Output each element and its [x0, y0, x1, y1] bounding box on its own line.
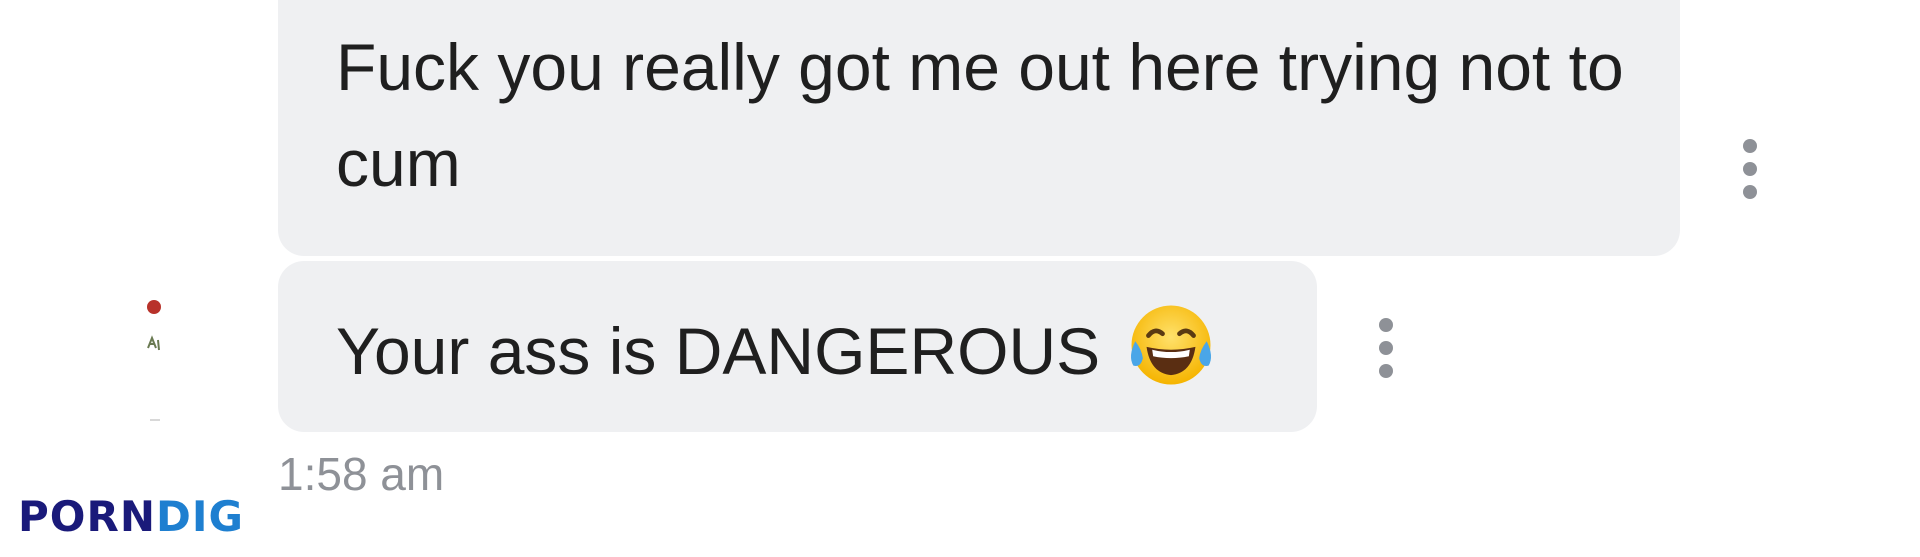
avatar[interactable] [128, 290, 188, 430]
watermark-part-1: PORN [18, 492, 156, 541]
laughing-tears-emoji-icon [1131, 305, 1212, 385]
message-options-icon[interactable] [1738, 139, 1762, 199]
message-bubble-1[interactable]: Fuck you really got me out here trying n… [278, 0, 1680, 256]
watermark-logo: PORNDIG [18, 492, 244, 542]
message-options-icon[interactable] [1374, 318, 1398, 378]
message-text-2: Your ass is DANGEROUS [336, 314, 1101, 388]
watermark-part-2: DIG [155, 492, 244, 541]
message-timestamp: 1:58 am [278, 448, 445, 500]
message-bubble-2[interactable]: Your ass is DANGEROUS [278, 261, 1317, 432]
message-text-1: Fuck you really got me out here trying n… [336, 30, 1624, 200]
